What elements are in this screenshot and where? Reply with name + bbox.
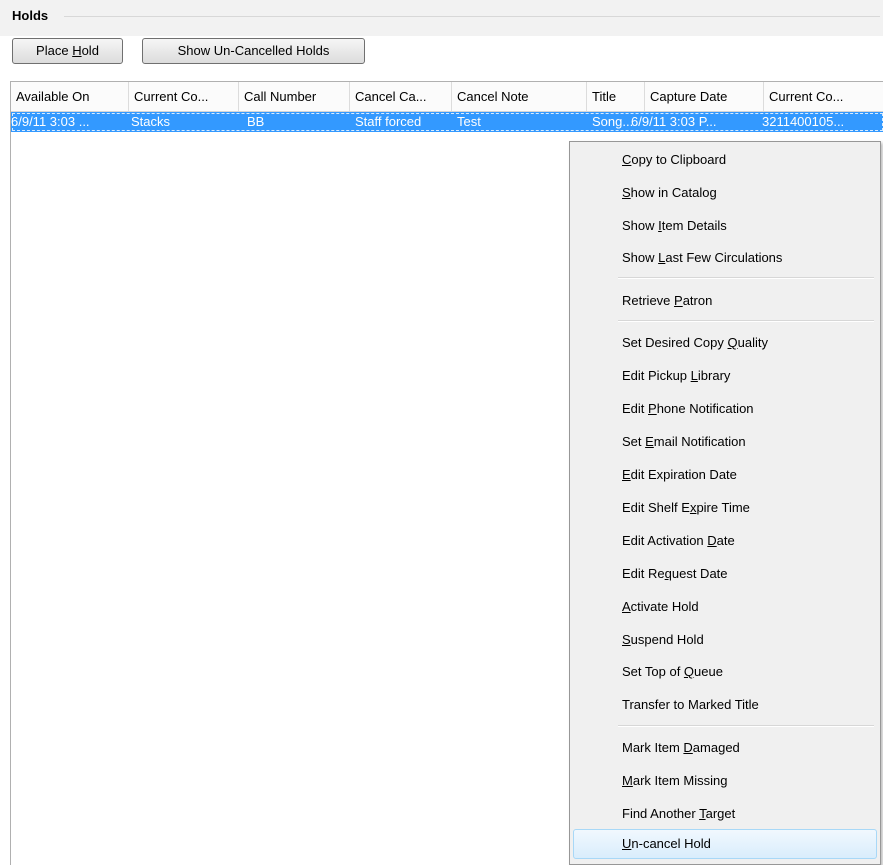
menu-item-find-another-target[interactable]: Find Another Target [622, 802, 735, 826]
menu-item-edit-request-date[interactable]: Edit Request Date [622, 562, 728, 586]
section-title: Holds [12, 8, 49, 23]
menu-item-show-item-details[interactable]: Show Item Details [622, 214, 727, 238]
menu-item-set-desired-copy-quality[interactable]: Set Desired Copy Quality [622, 331, 768, 355]
cell-available-on: 6/9/11 3:03 ... [11, 114, 90, 129]
context-menu: Copy to Clipboard Show in Catalog Show I… [569, 141, 881, 865]
grid-header: Available On Current Co... Call Number C… [11, 82, 883, 112]
column-header-current-copy-location[interactable]: Current Co... [129, 82, 239, 111]
cell-cancel-cause: Staff forced [355, 114, 422, 129]
menu-item-edit-shelf-expire-time[interactable]: Edit Shelf Expire Time [622, 496, 750, 520]
holds-section-header: Holds [0, 0, 883, 36]
menu-item-activate-hold[interactable]: Activate Hold [622, 595, 699, 619]
menu-item-set-top-of-queue[interactable]: Set Top of Queue [622, 660, 723, 684]
menu-item-set-email-notification[interactable]: Set Email Notification [622, 430, 746, 454]
menu-item-retrieve-patron[interactable]: Retrieve Patron [622, 289, 712, 313]
column-header-cancel-note[interactable]: Cancel Note [452, 82, 587, 111]
menu-item-edit-activation-date[interactable]: Edit Activation Date [622, 529, 735, 553]
cell-call-number: BB [247, 114, 265, 129]
menu-item-mark-item-missing[interactable]: Mark Item Missing [622, 769, 727, 793]
menu-separator [618, 320, 874, 322]
column-header-cancel-cause[interactable]: Cancel Ca... [350, 82, 452, 111]
column-header-current-copy[interactable]: Current Co... [764, 82, 883, 111]
menu-item-mark-item-damaged[interactable]: Mark Item Damaged [622, 736, 740, 760]
menu-item-uncancel-hold[interactable]: Un-cancel Hold [622, 832, 711, 856]
column-header-capture-date[interactable]: Capture Date [645, 82, 764, 111]
menu-item-transfer-to-marked-title[interactable]: Transfer to Marked Title [622, 693, 759, 717]
table-row[interactable]: 6/9/11 3:03 ... Stacks BB Staff forced T… [11, 112, 883, 132]
menu-item-show-in-catalog[interactable]: Show in Catalog [622, 181, 717, 205]
menu-separator [618, 725, 874, 727]
menu-item-show-last-few-circulations[interactable]: Show Last Few Circulations [622, 246, 782, 270]
column-header-title[interactable]: Title [587, 82, 645, 111]
column-header-call-number[interactable]: Call Number [239, 82, 350, 111]
menu-item-suspend-hold[interactable]: Suspend Hold [622, 628, 704, 652]
menu-item-edit-phone-notification[interactable]: Edit Phone Notification [622, 397, 754, 421]
place-hold-button[interactable]: Place Hold [12, 38, 123, 64]
cell-current-copy-location: Stacks [131, 114, 171, 129]
cell-cancel-note: Test [457, 114, 481, 129]
show-uncancelled-holds-button[interactable]: Show Un-Cancelled Holds [142, 38, 365, 64]
menu-separator [618, 277, 874, 279]
menu-item-copy-to-clipboard[interactable]: Copy to Clipboard [622, 148, 726, 172]
menu-hover-highlight [573, 829, 877, 859]
section-divider [64, 16, 880, 17]
menu-item-edit-expiration-date[interactable]: Edit Expiration Date [622, 463, 737, 487]
menu-item-edit-pickup-library[interactable]: Edit Pickup Library [622, 364, 730, 388]
cell-current-copy: 3211400105... [762, 114, 845, 129]
column-header-available-on[interactable]: Available On [11, 82, 129, 111]
cell-capture-date: 6/9/11 3:03 P... [631, 114, 717, 129]
